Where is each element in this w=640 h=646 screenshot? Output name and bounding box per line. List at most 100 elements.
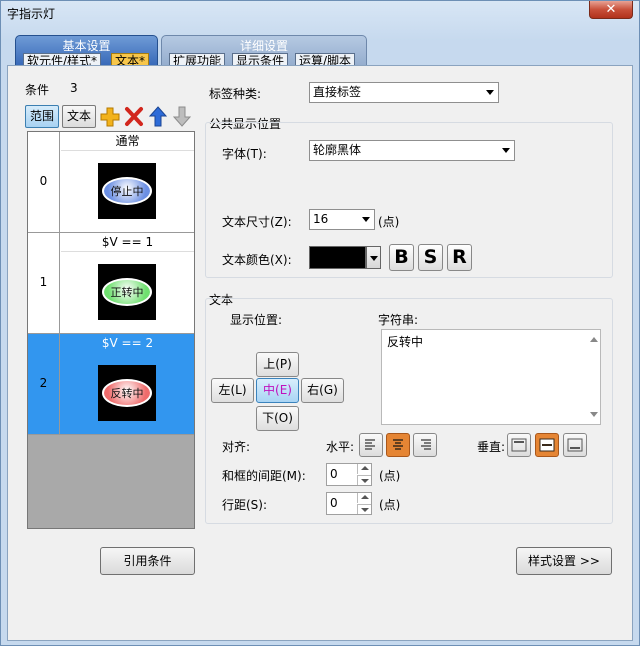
align-center-icon	[393, 439, 403, 450]
text-size-select[interactable]: 16	[309, 209, 375, 230]
row-index: 2	[28, 334, 60, 434]
condition-row-selected[interactable]: 2 $V == 2 反转中	[28, 334, 194, 435]
align-top-icon	[511, 438, 527, 452]
lamp-preview: 正转中	[98, 264, 156, 320]
dialog-window: 字指示灯 ✕ 基本设置 软元件/样式* 文本* 详细设置 扩展功能 显示条件 运…	[0, 0, 640, 646]
align-middle-icon	[539, 438, 555, 452]
horizontal-align-label: 水平:	[326, 440, 355, 454]
delete-icon	[125, 107, 143, 126]
condition-label: 条件	[25, 83, 50, 97]
line-spacing-spinner[interactable]: 0	[326, 492, 372, 515]
lamp-text: 反转中	[110, 387, 144, 400]
row-index: 1	[28, 233, 60, 333]
string-input[interactable]: 反转中	[381, 329, 601, 425]
margin-spinner[interactable]: 0	[326, 463, 372, 486]
text-size-unit: (点)	[378, 215, 400, 229]
text-button[interactable]: 文本	[62, 105, 96, 128]
vertical-align-label: 垂直:	[477, 440, 506, 454]
spin-up-icon[interactable]	[357, 493, 371, 503]
margin-unit: (点)	[379, 469, 401, 483]
title-bar[interactable]: 字指示灯 ✕	[1, 1, 639, 25]
font-value: 轮廓黑体	[313, 143, 362, 157]
range-button[interactable]: 范围	[25, 105, 59, 128]
reference-condition-button[interactable]: 引用条件	[100, 547, 195, 575]
move-down-button[interactable]	[171, 105, 193, 128]
text-color-label: 文本颜色(X):	[222, 253, 292, 267]
spin-down-icon[interactable]	[357, 475, 371, 485]
align-right-button[interactable]	[413, 433, 437, 457]
add-condition-button[interactable]	[99, 105, 121, 128]
font-select[interactable]: 轮廓黑体	[309, 140, 515, 161]
chevron-down-icon	[486, 90, 494, 95]
arrow-up-icon	[148, 106, 168, 127]
text-color-swatch[interactable]	[309, 246, 366, 269]
align-middle-button[interactable]	[535, 433, 559, 457]
scroll-up-icon[interactable]	[590, 337, 598, 342]
lamp-preview: 反转中	[98, 365, 156, 421]
position-left-button[interactable]: 左(L)	[211, 378, 254, 403]
lamp-forward: 正转中	[102, 278, 152, 306]
lamp-preview: 停止中	[98, 163, 156, 219]
line-spacing-label: 行距(S):	[222, 498, 268, 512]
line-spacing-unit: (点)	[379, 498, 401, 512]
spin-up-icon[interactable]	[357, 464, 371, 474]
align-center-button[interactable]	[386, 433, 410, 457]
line-spacing-value: 0	[330, 496, 338, 510]
spin-down-icon[interactable]	[357, 504, 371, 514]
condition-list: 0 通常 停止中 1 $V == 1 正转中 2 $V == 2 反转中	[27, 131, 195, 529]
string-value: 反转中	[387, 335, 424, 349]
align-right-icon	[421, 439, 431, 450]
margin-label: 和框的间距(M):	[222, 469, 306, 483]
label-type-value: 直接标签	[313, 85, 362, 99]
text-size-label: 文本尺寸(Z):	[222, 215, 292, 229]
condition-row[interactable]: 1 $V == 1 正转中	[28, 233, 194, 334]
row-index: 0	[28, 132, 60, 232]
window-title: 字指示灯	[7, 7, 56, 21]
string-label: 字符串:	[378, 313, 419, 327]
arrow-down-icon	[172, 106, 192, 127]
condition-panel: 条件 3 范围 文本 0 通常 停止中 1 $V == 1 正转中 2 $V =…	[23, 79, 195, 529]
scroll-down-icon[interactable]	[590, 412, 598, 417]
position-up-button[interactable]: 上(P)	[256, 352, 299, 377]
lamp-text: 停止中	[110, 185, 144, 198]
lamp-text: 正转中	[110, 286, 144, 299]
chevron-down-icon	[502, 148, 510, 153]
chevron-down-icon	[362, 217, 370, 222]
chevron-down-icon	[370, 256, 378, 261]
row-index-text: 2	[39, 376, 48, 390]
row-condition: $V == 2	[61, 334, 194, 353]
row-condition: 通常	[61, 132, 194, 151]
tab-group-basic-title: 基本设置	[62, 39, 111, 53]
align-left-button[interactable]	[359, 433, 383, 457]
tab-group-detail-title: 详细设置	[239, 39, 288, 53]
position-right-button[interactable]: 右(G)	[301, 378, 344, 403]
font-label: 字体(T):	[222, 147, 267, 161]
lamp-reverse: 反转中	[102, 379, 152, 407]
bold-button[interactable]: B	[389, 244, 414, 271]
condition-row[interactable]: 0 通常 停止中	[28, 132, 194, 233]
label-type-select[interactable]: 直接标签	[309, 82, 499, 103]
align-top-button[interactable]	[507, 433, 531, 457]
text-color-dropdown[interactable]	[366, 246, 381, 269]
align-bottom-button[interactable]	[563, 433, 587, 457]
row-condition: $V == 1	[61, 233, 194, 252]
style-settings-button[interactable]: 样式设置 >>	[516, 547, 612, 575]
row-index-text: 0	[39, 174, 48, 188]
close-button[interactable]: ✕	[589, 1, 633, 19]
align-left-icon	[365, 439, 375, 450]
position-down-button[interactable]: 下(O)	[256, 406, 299, 431]
delete-condition-button[interactable]	[123, 105, 145, 128]
lamp-stopped: 停止中	[102, 177, 152, 205]
condition-count: 3	[70, 81, 78, 95]
display-position-label: 显示位置:	[230, 313, 283, 327]
move-up-button[interactable]	[147, 105, 169, 128]
position-center-button[interactable]: 中(E)	[256, 378, 299, 403]
raised-button[interactable]: R	[447, 244, 472, 271]
plus-icon	[100, 107, 120, 127]
shadow-button[interactable]: S	[418, 244, 443, 271]
margin-value: 0	[330, 467, 338, 481]
text-size-value: 16	[313, 212, 329, 226]
label-type-label: 标签种类:	[209, 87, 262, 101]
align-label: 对齐:	[222, 440, 251, 454]
row-index-text: 1	[39, 275, 48, 289]
